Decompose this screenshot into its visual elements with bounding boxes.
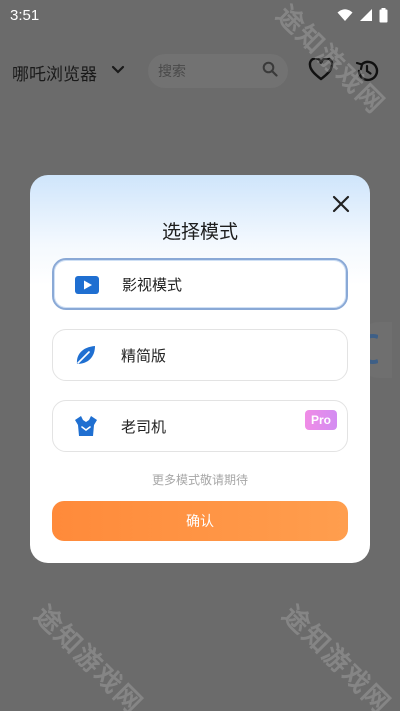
option-label: 精简版	[121, 346, 167, 365]
option-video-mode[interactable]: 影视模式	[52, 258, 348, 310]
option-lite-mode[interactable]: 精简版	[52, 329, 348, 381]
chevron-down-icon[interactable]	[110, 62, 126, 82]
search-icon[interactable]	[262, 61, 278, 81]
mode-select-dialog: 选择模式 影视模式 精简版 老司机 Pro 更多模式敬请期待 确认	[30, 175, 370, 563]
leaf-icon	[73, 343, 99, 367]
wifi-icon	[337, 8, 353, 22]
more-modes-hint: 更多模式敬请期待	[151, 473, 248, 487]
app-title[interactable]: 哪吒浏览器	[12, 60, 97, 85]
option-label: 影视模式	[122, 275, 183, 294]
status-bar: 3:51	[0, 0, 400, 30]
video-play-icon	[74, 273, 100, 297]
signal-icon	[359, 8, 373, 22]
close-icon[interactable]	[330, 193, 352, 219]
driver-vest-icon	[73, 414, 99, 438]
option-driver-mode[interactable]: 老司机 Pro	[52, 400, 348, 452]
watermark: 途知游戏网	[28, 600, 149, 711]
status-icons	[337, 7, 388, 23]
dialog-title: 选择模式	[161, 221, 238, 243]
watermark: 途知游戏网	[276, 600, 397, 711]
search-input[interactable]: 搜索	[148, 54, 288, 88]
option-label: 老司机	[121, 417, 167, 436]
status-time: 3:51	[10, 6, 40, 24]
confirm-button[interactable]: 确认	[52, 501, 348, 541]
battery-icon	[379, 7, 388, 23]
pro-badge: Pro	[305, 410, 337, 430]
search-placeholder: 搜索	[158, 64, 186, 80]
